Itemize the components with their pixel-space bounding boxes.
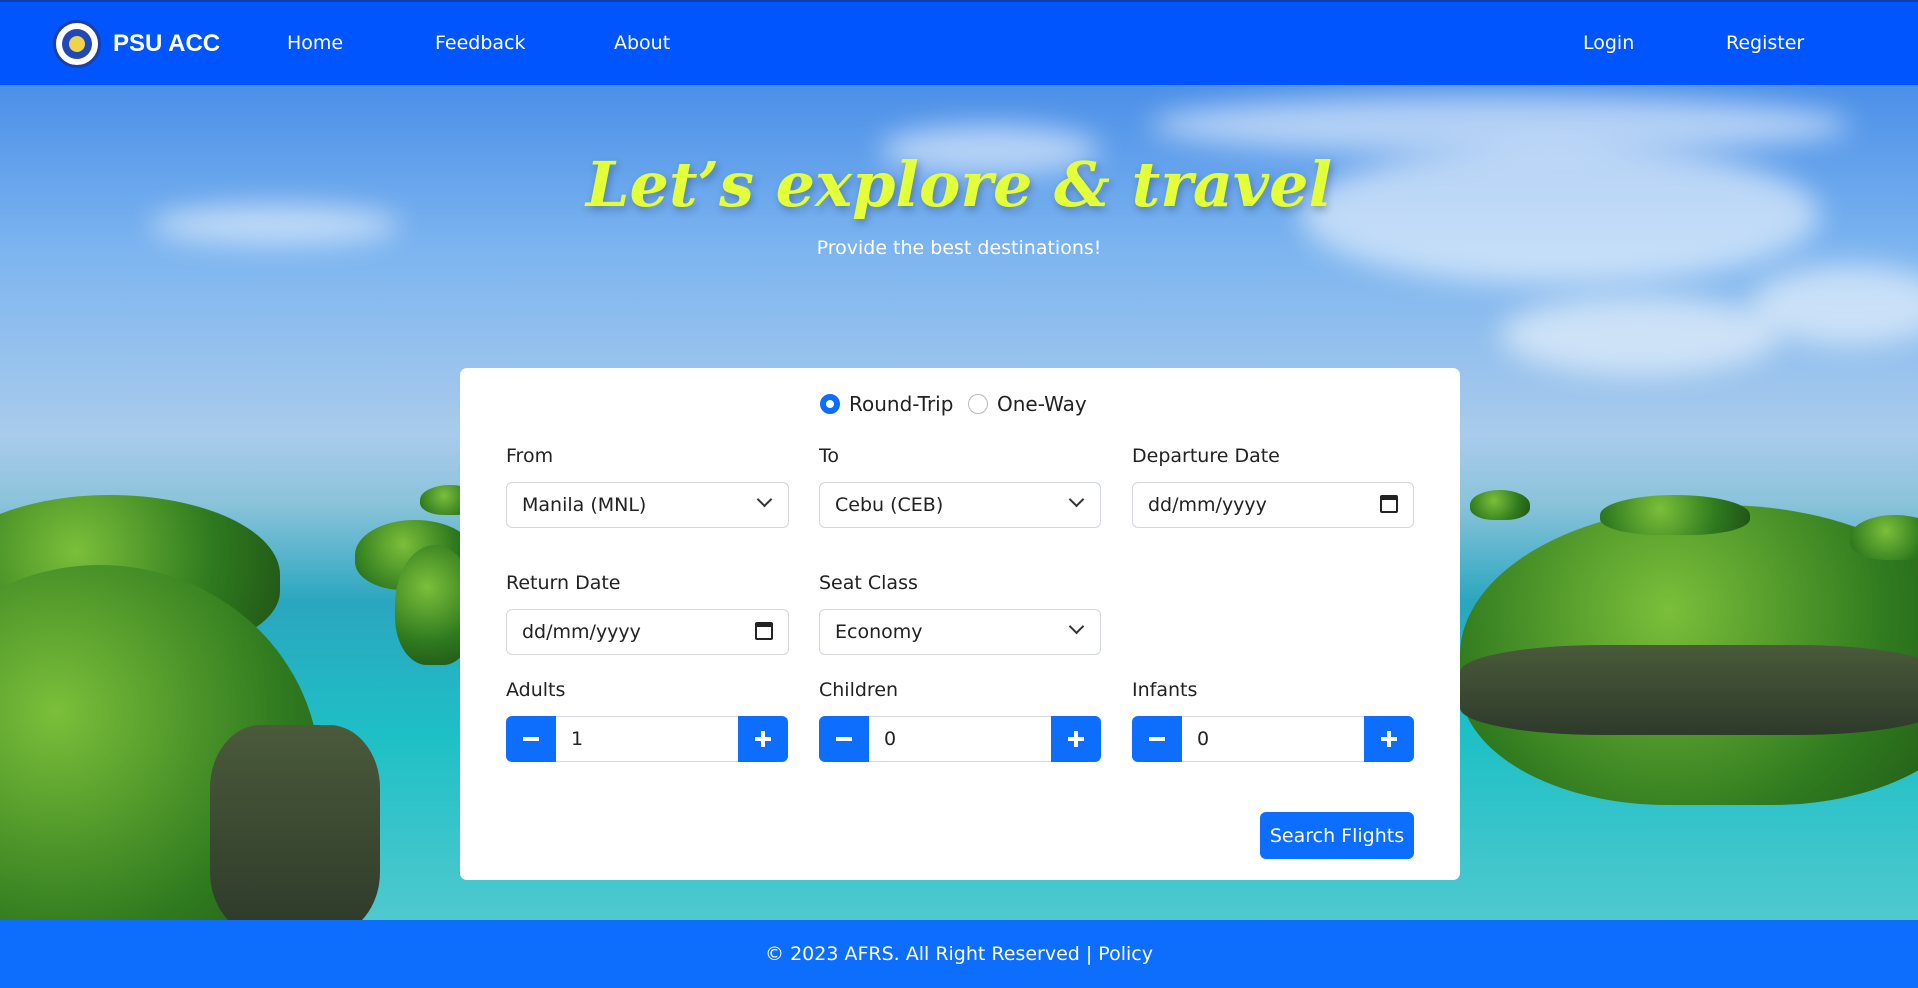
- calendar-icon[interactable]: [755, 622, 773, 640]
- to-label: To: [819, 445, 840, 467]
- one-way-label: One-Way: [997, 392, 1087, 416]
- one-way-radio[interactable]: [968, 394, 988, 414]
- from-select-value: Manila (MNL): [522, 494, 647, 516]
- to-select[interactable]: Cebu (CEB): [819, 482, 1101, 528]
- nav-home-link[interactable]: Home: [287, 32, 343, 54]
- adults-decrement-button[interactable]: [506, 716, 556, 762]
- seat-class-value: Economy: [835, 621, 923, 643]
- children-stepper: 0: [819, 716, 1101, 762]
- return-date-label: Return Date: [506, 572, 621, 594]
- seat-class-select[interactable]: Economy: [819, 609, 1101, 655]
- adults-stepper: 1: [506, 716, 788, 762]
- minus-icon: [836, 737, 852, 741]
- infants-label: Infants: [1132, 679, 1198, 701]
- brand-name: PSU ACC: [113, 30, 221, 57]
- chevron-down-icon: [756, 491, 773, 508]
- round-trip-label: Round-Trip: [849, 392, 954, 416]
- flight-search-form: Round-Trip One-Way From Manila (MNL) To …: [460, 368, 1460, 880]
- hero-title: Let’s explore & travel: [585, 148, 1333, 221]
- chevron-down-icon: [1068, 618, 1085, 635]
- trip-type-round-trip[interactable]: Round-Trip: [820, 392, 953, 416]
- return-date-input[interactable]: dd/mm/yyyy: [506, 609, 789, 655]
- footer-copyright: © 2023 AFRS. All Right Reserved | Policy: [765, 943, 1153, 965]
- university-seal-logo: [53, 20, 101, 68]
- seat-class-label: Seat Class: [819, 572, 918, 594]
- departure-date-placeholder: dd/mm/yyyy: [1148, 494, 1267, 516]
- round-trip-radio[interactable]: [820, 394, 840, 414]
- hero-subtitle: Provide the best destinations!: [816, 237, 1102, 259]
- children-decrement-button[interactable]: [819, 716, 869, 762]
- minus-icon: [1149, 737, 1165, 741]
- from-select[interactable]: Manila (MNL): [506, 482, 789, 528]
- infants-stepper: 0: [1132, 716, 1414, 762]
- hero-section: Let’s explore & travel Provide the best …: [0, 85, 1918, 920]
- infants-count-input[interactable]: 0: [1182, 716, 1364, 762]
- brand[interactable]: PSU ACC: [53, 19, 220, 69]
- nav-feedback-link[interactable]: Feedback: [435, 32, 525, 54]
- adults-label: Adults: [506, 679, 566, 701]
- from-label: From: [506, 445, 554, 467]
- children-increment-button[interactable]: [1051, 716, 1101, 762]
- nav-about-link[interactable]: About: [614, 32, 670, 54]
- minus-icon: [523, 737, 539, 741]
- return-date-placeholder: dd/mm/yyyy: [522, 621, 641, 643]
- adults-count-input[interactable]: 1: [556, 716, 738, 762]
- calendar-icon[interactable]: [1380, 495, 1398, 513]
- to-select-value: Cebu (CEB): [835, 494, 944, 516]
- departure-date-label: Departure Date: [1132, 445, 1280, 467]
- trip-type-one-way[interactable]: One-Way: [968, 392, 1087, 416]
- navbar: PSU ACC Home Feedback About Login Regist…: [0, 0, 1918, 85]
- children-count-input[interactable]: 0: [869, 716, 1051, 762]
- nav-register-link[interactable]: Register: [1726, 32, 1804, 54]
- nav-login-link[interactable]: Login: [1583, 32, 1634, 54]
- children-label: Children: [819, 679, 899, 701]
- search-flights-button[interactable]: Search Flights: [1260, 812, 1414, 859]
- footer: © 2023 AFRS. All Right Reserved | Policy: [0, 920, 1918, 988]
- departure-date-input[interactable]: dd/mm/yyyy: [1132, 482, 1414, 528]
- infants-decrement-button[interactable]: [1132, 716, 1182, 762]
- infants-increment-button[interactable]: [1364, 716, 1414, 762]
- chevron-down-icon: [1068, 491, 1085, 508]
- adults-increment-button[interactable]: [738, 716, 788, 762]
